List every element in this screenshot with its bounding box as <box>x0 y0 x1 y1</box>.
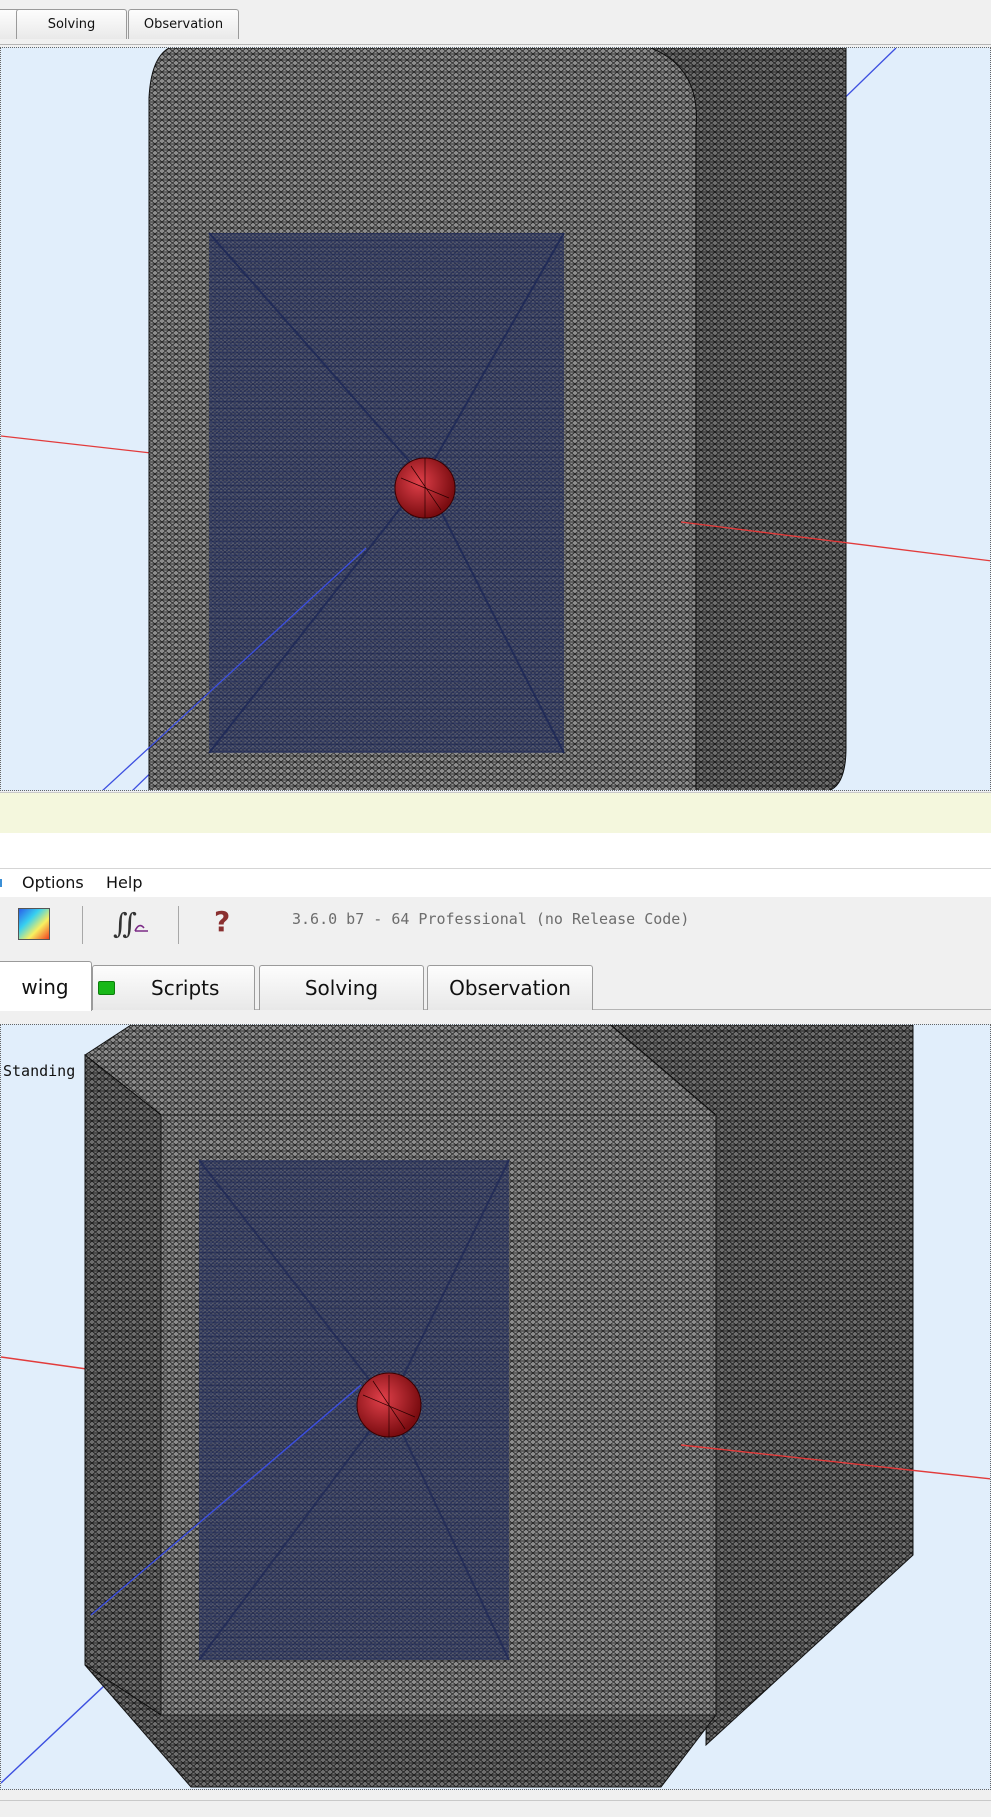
tab-label: wing <box>21 974 69 999</box>
top-window: Solving Observation <box>0 0 991 869</box>
tab-scripts[interactable]: Scripts <box>92 965 255 1010</box>
viewport-label: Standing <box>3 1062 76 1080</box>
tab-label: Observation <box>143 17 224 32</box>
bottom-status-bar <box>0 1800 991 1817</box>
menu-bar: Options Help <box>0 869 991 897</box>
tab-wing[interactable]: wing <box>0 961 92 1011</box>
inner-refined-mesh <box>209 233 564 753</box>
svg-text:∬: ∬ <box>113 907 137 940</box>
green-led-icon <box>98 981 115 995</box>
version-label: 3.6.0 b7 - 64 Professional (no Release C… <box>292 910 690 928</box>
inner-refined-mesh <box>199 1160 509 1660</box>
top-status-bar <box>0 792 991 833</box>
tab-solving[interactable]: Solving <box>259 965 424 1010</box>
toolbar-separator <box>82 906 83 944</box>
main-3d-viewport[interactable] <box>0 1024 991 1790</box>
top-bottom-strip <box>0 833 991 869</box>
menu-edge-icon <box>0 879 2 887</box>
mesh-left-face <box>84 1053 162 1716</box>
tab-observation[interactable]: Observation <box>427 965 593 1010</box>
top-mesh-render <box>1 48 990 790</box>
menu-options[interactable]: Options <box>22 873 84 892</box>
help-icon[interactable]: ? <box>214 905 230 938</box>
tab-label: Scripts <box>151 976 220 1000</box>
color-map-icon[interactable] <box>18 908 50 940</box>
top-tab-solving[interactable]: Solving <box>16 9 127 39</box>
integral-icon[interactable]: ∬ <box>113 906 149 940</box>
toolbar-separator <box>178 906 179 944</box>
x-axis-line <box>1 435 152 454</box>
menu-help[interactable]: Help <box>106 873 142 892</box>
tab-label: Observation <box>449 976 571 1000</box>
tab-label: Solving <box>47 17 96 32</box>
tab-label: Solving <box>304 976 379 1000</box>
mesh-top-face <box>84 1025 718 1116</box>
top-tab-observation[interactable]: Observation <box>128 9 239 39</box>
main-mesh-render <box>1 1025 990 1788</box>
top-3d-viewport[interactable] <box>0 47 991 791</box>
